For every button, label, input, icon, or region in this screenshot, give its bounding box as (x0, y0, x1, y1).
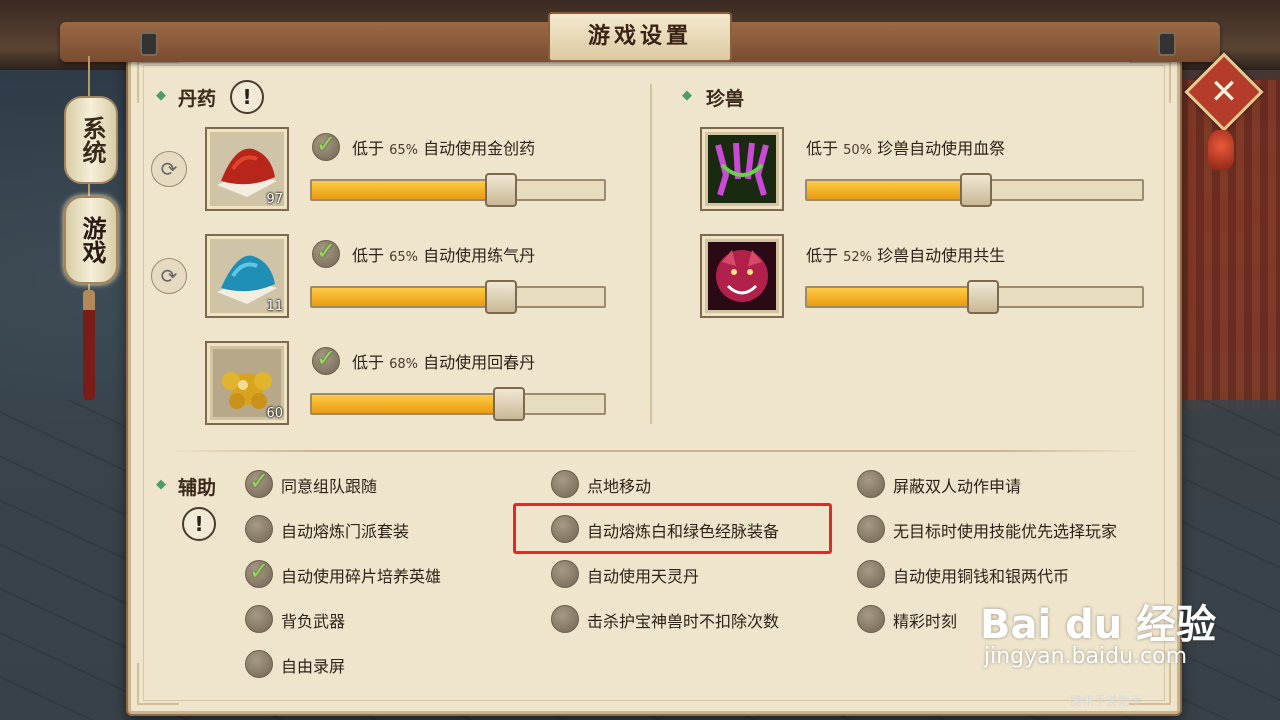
option-checkbox[interactable] (857, 560, 885, 588)
tab-system[interactable]: 系统 (64, 96, 118, 184)
potion-threshold-slider-2[interactable] (310, 280, 606, 314)
item-quantity: 60 (266, 406, 283, 421)
panel-corner (1129, 61, 1171, 103)
section-diamond-icon: ◆ (682, 88, 692, 103)
purple-claws-icon (708, 135, 776, 203)
close-icon[interactable]: ✕ (1196, 64, 1252, 120)
potion-checkbox-1[interactable] (312, 130, 340, 161)
red-wolf-icon (708, 242, 776, 310)
background-building (1180, 80, 1280, 410)
potion-item-lianqi[interactable]: 11 (205, 234, 289, 318)
potion-checkbox-3[interactable] (312, 344, 340, 375)
potion-label-2: 低于 65% 自动使用练气丹 (352, 246, 536, 265)
option-checkbox[interactable] (551, 560, 579, 588)
annotation-highlight-box (513, 503, 832, 554)
option-label[interactable]: 同意组队跟随 (281, 473, 377, 497)
potion-item-jinchuang[interactable]: 97 (205, 127, 289, 211)
option-label[interactable]: 背负武器 (281, 608, 345, 632)
potion-threshold-slider-3[interactable] (310, 387, 606, 421)
lantern-ornament (1208, 130, 1234, 170)
option-label[interactable]: 自动使用铜钱和银两代币 (893, 563, 1069, 587)
option-checkbox[interactable] (857, 515, 885, 543)
slider-thumb[interactable] (485, 173, 517, 207)
option-checkbox[interactable] (245, 557, 273, 588)
section-diamond-icon: ◆ (156, 88, 166, 103)
option-checkbox[interactable] (551, 470, 579, 498)
watermark: Bai du 经验 jingyan.baidu.com (980, 592, 1217, 669)
section-divider (650, 84, 652, 424)
refresh-icon[interactable]: ⟳ (151, 258, 187, 294)
option-checkbox[interactable] (245, 605, 273, 633)
potions-info-icon[interactable]: ! (230, 80, 264, 114)
refresh-icon[interactable]: ⟳ (151, 151, 187, 187)
potion-threshold-slider-1[interactable] (310, 173, 606, 207)
potion-checkbox-2[interactable] (312, 237, 340, 268)
beast-label-2: 低于 52% 珍兽自动使用共生 (806, 246, 1006, 265)
item-quantity: 11 (266, 299, 283, 314)
watermark-small-text: 腾讯手游助手 (1070, 694, 1143, 708)
option-label[interactable]: 精彩时刻 (893, 608, 957, 632)
tab-game[interactable]: 游戏 (64, 196, 118, 284)
beast-threshold-slider-2[interactable] (805, 280, 1144, 314)
option-label[interactable]: 击杀护宝神兽时不扣除次数 (587, 608, 779, 632)
slider-thumb[interactable] (960, 173, 992, 207)
item-quantity: 97 (266, 192, 283, 207)
option-checkbox[interactable] (551, 605, 579, 633)
option-checkbox[interactable] (857, 470, 885, 498)
watermark-logo: Bai du 经验 (980, 602, 1217, 648)
option-checkbox[interactable] (245, 650, 273, 678)
potion-label-1: 低于 65% 自动使用金创药 (352, 139, 536, 158)
banner-knob (140, 32, 158, 56)
section-title-potions: 丹药 (178, 88, 217, 110)
tassel-decoration (83, 290, 95, 400)
beast-label-1: 低于 50% 珍兽自动使用血祭 (806, 139, 1006, 158)
section-title-beasts: 珍兽 (706, 88, 745, 110)
panel-corner (137, 663, 179, 705)
option-label[interactable]: 点地移动 (587, 473, 651, 497)
page-title: 游戏设置 (548, 12, 732, 62)
option-label[interactable]: 屏蔽双人动作申请 (893, 473, 1021, 497)
slider-thumb[interactable] (493, 387, 525, 421)
option-label[interactable]: 无目标时使用技能优先选择玩家 (893, 518, 1117, 542)
slider-thumb[interactable] (485, 280, 517, 314)
section-divider-horizontal (170, 450, 1140, 452)
option-checkbox[interactable] (857, 605, 885, 633)
potion-label-3: 低于 68% 自动使用回春丹 (352, 353, 536, 372)
slider-thumb[interactable] (967, 280, 999, 314)
assist-info-icon[interactable]: ! (182, 507, 216, 541)
beast-skill-blood-sacrifice[interactable] (700, 127, 784, 211)
section-diamond-icon: ◆ (156, 477, 166, 492)
option-label[interactable]: 自动使用天灵丹 (587, 563, 699, 587)
option-checkbox[interactable] (245, 515, 273, 543)
beast-threshold-slider-1[interactable] (805, 173, 1144, 207)
section-title-assist: 辅助 (178, 477, 217, 499)
option-label[interactable]: 自动熔炼门派套装 (281, 518, 409, 542)
beast-skill-symbiosis[interactable] (700, 234, 784, 318)
option-label[interactable]: 自动使用碎片培养英雄 (281, 563, 441, 587)
potion-item-huichun[interactable]: 60 (205, 341, 289, 425)
watermark-url: jingyan.baidu.com (984, 644, 1188, 669)
option-checkbox[interactable] (245, 467, 273, 498)
option-label[interactable]: 自由录屏 (281, 653, 345, 677)
banner-knob (1158, 32, 1176, 56)
